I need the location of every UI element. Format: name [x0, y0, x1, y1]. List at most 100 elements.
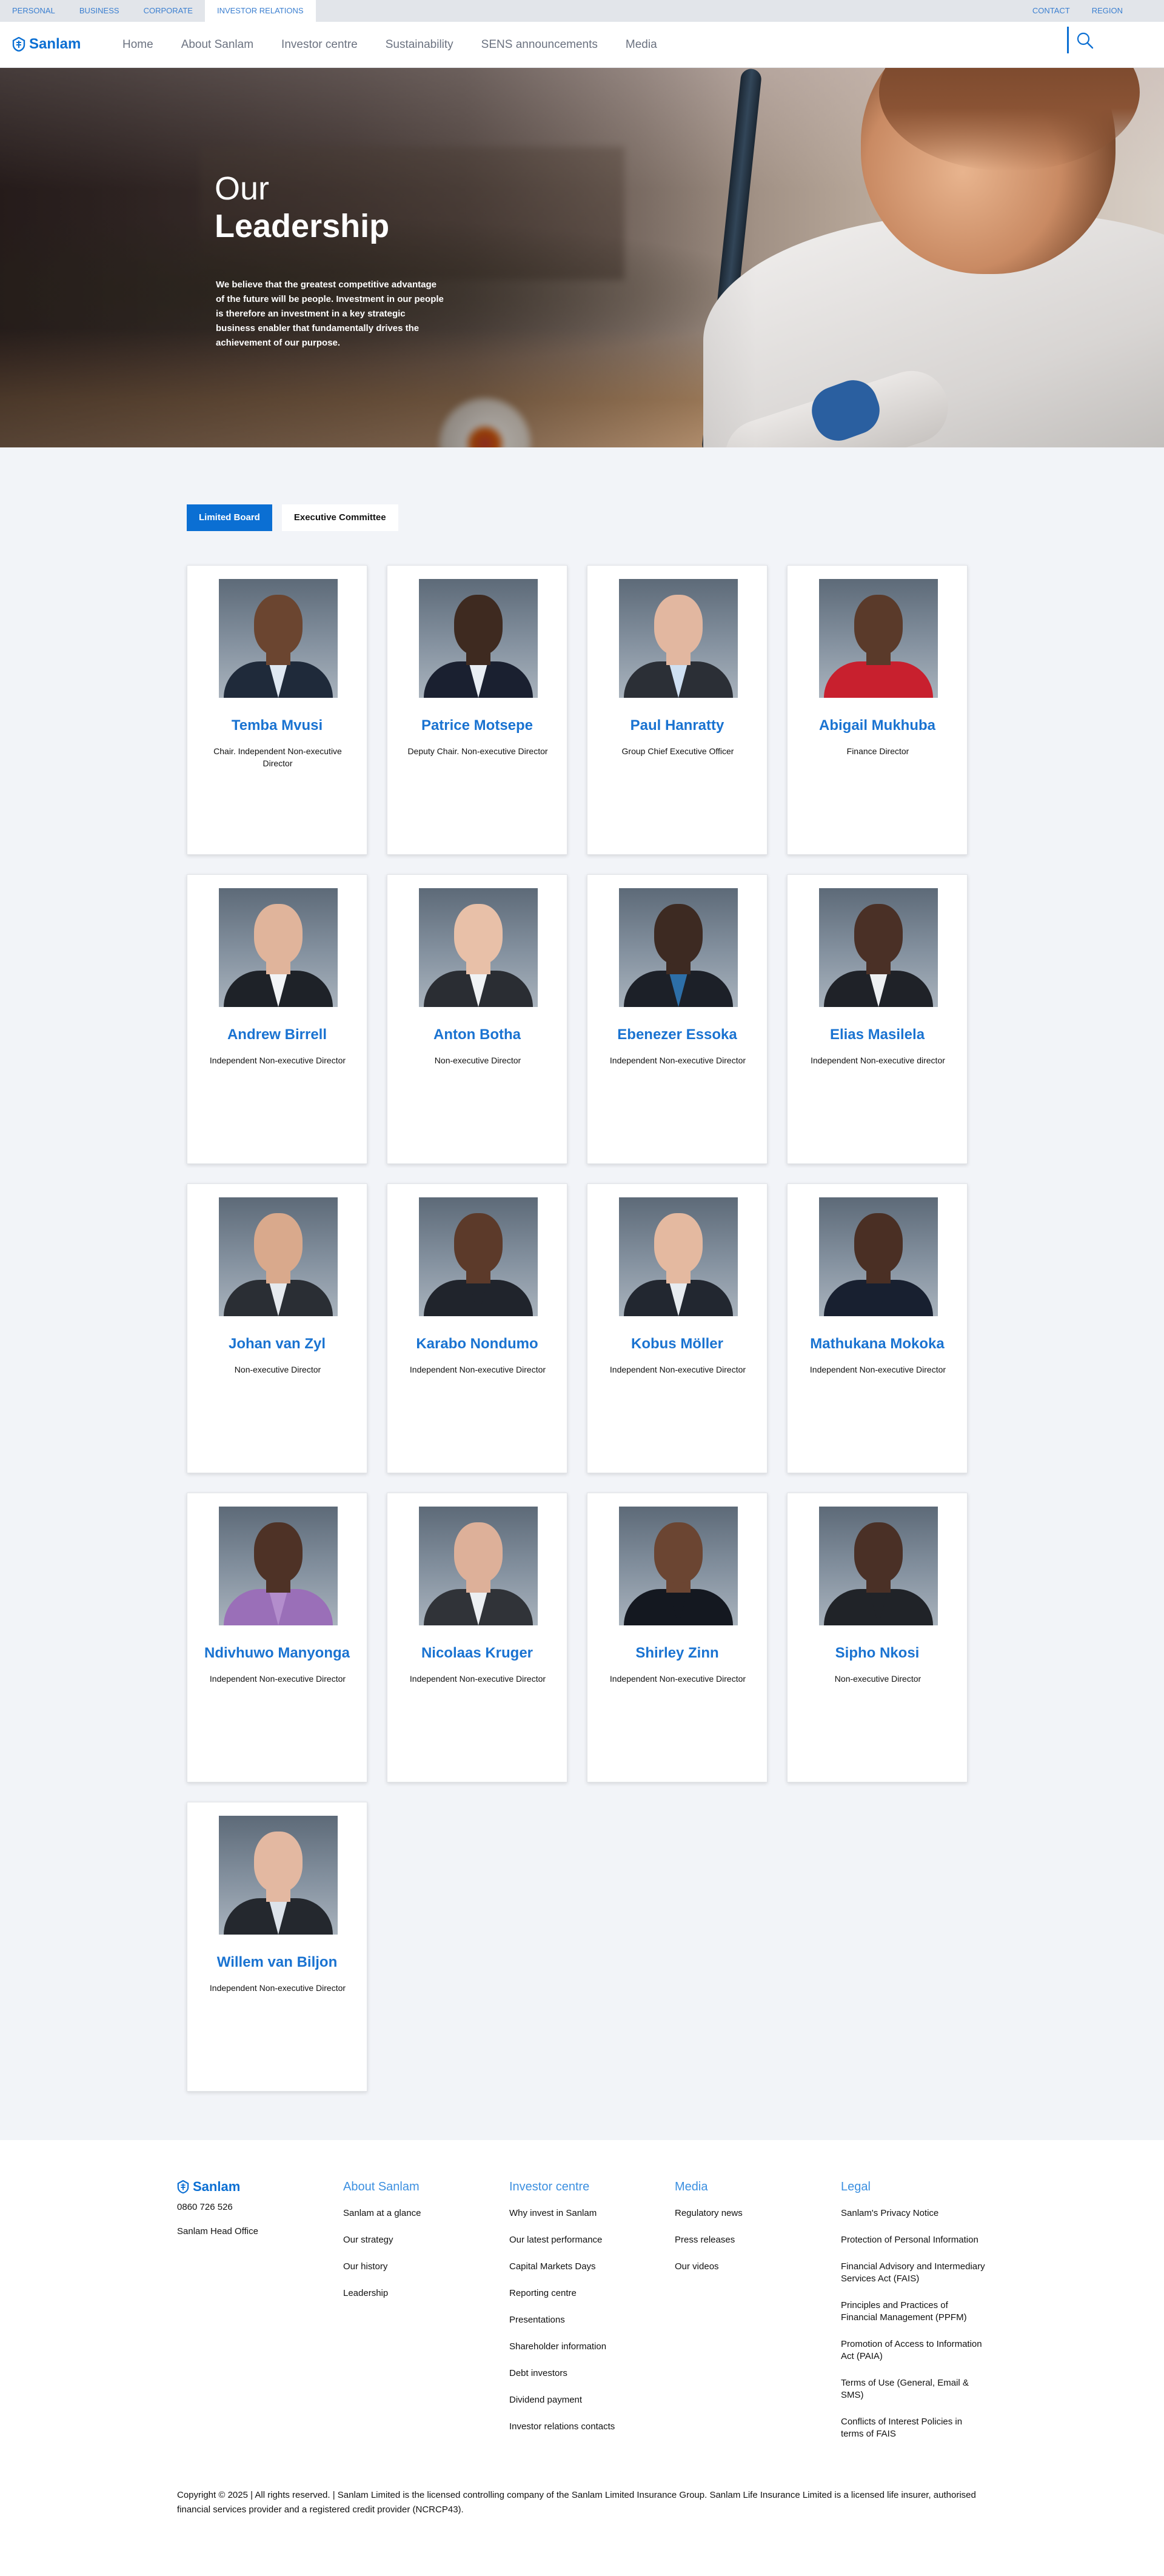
footer-link-sanlam-s-privacy-notice[interactable]: Sanlam's Privacy Notice — [841, 2207, 986, 2220]
person-card[interactable]: Paul Hanratty Group Chief Executive Offic… — [587, 565, 768, 855]
person-card[interactable]: Temba Mvusi Chair. Independent Non-execut… — [187, 565, 367, 855]
sanlam-shield-icon — [12, 37, 25, 52]
utility-link-region[interactable]: REGION — [1081, 0, 1134, 22]
person-card[interactable]: Patrice Motsepe Deputy Chair. Non-executi… — [387, 565, 567, 855]
footer-link-protection-of-personal-information[interactable]: Protection of Personal Information — [841, 2234, 986, 2246]
person-card[interactable]: Andrew Birrell Independent Non-executive … — [187, 874, 367, 1164]
footer-link-terms-of-use-general-email-sms[interactable]: Terms of Use (General, Email & SMS) — [841, 2377, 986, 2401]
footer-link-promotion-of-access-to-information-act-paia[interactable]: Promotion of Access to Information Act (… — [841, 2338, 986, 2363]
footer-link-press-releases[interactable]: Press releases — [675, 2234, 820, 2246]
person-card[interactable]: Elias Masilela Independent Non-executive … — [787, 874, 968, 1164]
footer-column-title: Media — [675, 2180, 708, 2193]
footer-logo[interactable]: Sanlam — [177, 2179, 240, 2195]
footer-link-regulatory-news[interactable]: Regulatory news — [675, 2207, 820, 2220]
footer-link-financial-advisory-and-intermediary-services-act-fais[interactable]: Financial Advisory and Intermediary Serv… — [841, 2261, 986, 2285]
footer-link-our-latest-performance[interactable]: Our latest performance — [509, 2234, 655, 2246]
footer-link-investor-relations-contacts[interactable]: Investor relations contacts — [509, 2421, 655, 2433]
person-role: Group Chief Executive Officer — [621, 746, 734, 756]
person-name[interactable]: Mathukana Mokoka — [788, 1336, 967, 1353]
person-name[interactable]: Willem van Biljon — [187, 1954, 367, 1971]
search-button[interactable] — [1067, 27, 1103, 53]
footer-head-office[interactable]: Sanlam Head Office — [177, 2226, 258, 2236]
primary-nav-links: Home About Sanlam Investor centre Sustainab… — [122, 22, 657, 68]
footer-column-title: About Sanlam — [343, 2180, 420, 2193]
nav-link-sens-announcements[interactable]: SENS announcements — [481, 38, 598, 52]
portrait-photo — [419, 1507, 538, 1625]
portrait-head — [654, 904, 703, 965]
person-card[interactable]: Ndivhuwo Manyonga Independent Non-executi… — [187, 1493, 367, 1782]
sanlam-logo[interactable]: Sanlam — [12, 35, 81, 53]
person-role: Non-executive Director — [834, 1674, 921, 1684]
nav-link-about-sanlam[interactable]: About Sanlam — [181, 38, 253, 52]
person-name[interactable]: Abigail Mukhuba — [788, 717, 967, 734]
footer-link-shareholder-information[interactable]: Shareholder information — [509, 2341, 655, 2353]
footer-link-dividend-payment[interactable]: Dividend payment — [509, 2394, 655, 2406]
person-name[interactable]: Temba Mvusi — [187, 717, 367, 734]
footer-link-leadership[interactable]: Leadership — [343, 2287, 489, 2300]
segment-nav: PERSONAL BUSINESS CORPORATE INVESTOR RELATI… — [0, 0, 316, 22]
person-name[interactable]: Elias Masilela — [788, 1026, 967, 1043]
person-name[interactable]: Patrice Motsepe — [387, 717, 567, 734]
nav-link-media[interactable]: Media — [626, 38, 657, 52]
person-card[interactable]: Abigail Mukhuba Finance Director — [787, 565, 968, 855]
person-name[interactable]: Sipho Nkosi — [788, 1645, 967, 1662]
person-name[interactable]: Kobus Möller — [587, 1336, 767, 1353]
segment-link-corporate[interactable]: CORPORATE — [132, 0, 205, 22]
segment-link-business[interactable]: BUSINESS — [67, 0, 132, 22]
hero-overlay — [0, 68, 1164, 447]
footer-link-our-strategy[interactable]: Our strategy — [343, 2234, 489, 2246]
person-card[interactable]: Nicolaas Kruger Independent Non-executive… — [387, 1493, 567, 1782]
person-name[interactable]: Paul Hanratty — [587, 717, 767, 734]
person-name[interactable]: Ndivhuwo Manyonga — [187, 1645, 367, 1662]
nav-link-investor-centre[interactable]: Investor centre — [281, 38, 358, 52]
person-card[interactable]: Sipho Nkosi Non-executive Director — [787, 1493, 968, 1782]
person-role: Independent Non-executive Director — [409, 1674, 546, 1684]
person-name[interactable]: Ebenezer Essoka — [587, 1026, 767, 1043]
footer-link-reporting-centre[interactable]: Reporting centre — [509, 2287, 655, 2300]
footer-link-why-invest-in-sanlam[interactable]: Why invest in Sanlam — [509, 2207, 655, 2220]
footer-link-sanlam-at-a-glance[interactable]: Sanlam at a glance — [343, 2207, 489, 2220]
person-role: Independent Non-executive Director — [609, 1365, 746, 1374]
footer-link-principles-and-practices-of-financial-management-ppfm[interactable]: Principles and Practices of Financial Ma… — [841, 2300, 986, 2324]
person-role: Chair. Independent Non-executive Directo… — [213, 746, 342, 768]
portrait-photo — [419, 1197, 538, 1316]
footer-phone[interactable]: 0860 726 526 — [177, 2202, 233, 2212]
utility-link-contact[interactable]: CONTACT — [1022, 0, 1081, 22]
person-card[interactable]: Ebenezer Essoka Independent Non-executive… — [587, 874, 768, 1164]
person-card[interactable]: Anton Botha Non-executive Director — [387, 874, 567, 1164]
portrait-head — [254, 1832, 303, 1892]
tab-limited-board[interactable]: Limited Board — [187, 504, 272, 531]
person-name[interactable]: Johan van Zyl — [187, 1336, 367, 1353]
footer-column-title: Legal — [841, 2180, 871, 2193]
person-card[interactable]: Karabo Nondumo Independent Non-executive … — [387, 1183, 567, 1473]
person-card[interactable]: Mathukana Mokoka Independent Non-executiv… — [787, 1183, 968, 1473]
person-card[interactable]: Shirley Zinn Independent Non-executive Di… — [587, 1493, 768, 1782]
footer-link-our-history[interactable]: Our history — [343, 2261, 489, 2273]
person-name[interactable]: Nicolaas Kruger — [387, 1645, 567, 1662]
portrait-head — [454, 1522, 503, 1583]
person-name[interactable]: Andrew Birrell — [187, 1026, 367, 1043]
footer-link-our-videos[interactable]: Our videos — [675, 2261, 820, 2273]
footer-link-presentations[interactable]: Presentations — [509, 2314, 655, 2326]
footer-link-capital-markets-days[interactable]: Capital Markets Days — [509, 2261, 655, 2273]
person-card[interactable]: Kobus Möller Independent Non-executive Di… — [587, 1183, 768, 1473]
portrait-photo — [219, 1816, 338, 1935]
nav-link-home[interactable]: Home — [122, 38, 153, 52]
person-role: Independent Non-executive director — [811, 1055, 945, 1065]
person-role: Independent Non-executive Director — [609, 1674, 746, 1684]
person-card[interactable]: Johan van Zyl Non-executive Director — [187, 1183, 367, 1473]
person-name[interactable]: Karabo Nondumo — [387, 1336, 567, 1353]
footer-link-debt-investors[interactable]: Debt investors — [509, 2367, 655, 2380]
person-name[interactable]: Shirley Zinn — [587, 1645, 767, 1662]
hero-title: Our Leadership — [215, 170, 389, 245]
tab-executive-committee[interactable]: Executive Committee — [281, 504, 398, 531]
portrait-photo — [219, 579, 338, 698]
segment-link-personal[interactable]: PERSONAL — [0, 0, 67, 22]
footer-link-conflicts-of-interest-policies-in-terms-of-fais[interactable]: Conflicts of Interest Policies in terms … — [841, 2416, 986, 2440]
nav-link-sustainability[interactable]: Sustainability — [386, 38, 453, 52]
person-name[interactable]: Anton Botha — [387, 1026, 567, 1043]
person-card[interactable]: Willem van Biljon Independent Non-executi… — [187, 1802, 367, 2092]
portrait-head — [454, 595, 503, 655]
segment-link-investor-relations[interactable]: INVESTOR RELATIONS — [204, 0, 316, 22]
portrait-head — [454, 1213, 503, 1274]
